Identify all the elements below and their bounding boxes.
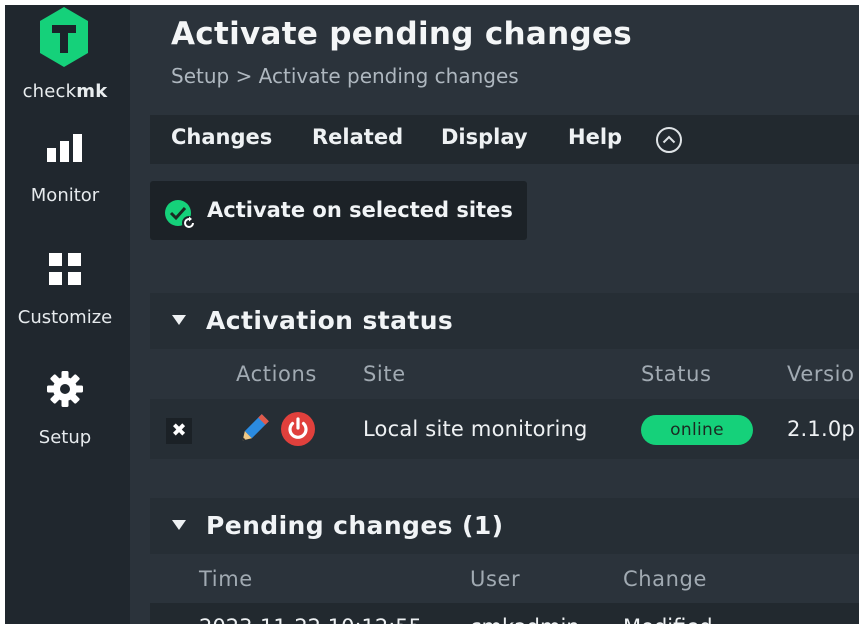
column-site: Site bbox=[363, 362, 406, 386]
brand-prefix: check bbox=[22, 81, 77, 102]
grid-icon bbox=[5, 249, 125, 289]
activation-status-columns: Actions Site Status Versio bbox=[150, 349, 859, 399]
app-window: checkmk Monitor Customize Setup Activate… bbox=[0, 0, 859, 624]
sidebar-item-label: Customize bbox=[17, 307, 113, 328]
change-user: cmkadmin bbox=[470, 615, 580, 624]
change-text: Modified bbox=[623, 615, 713, 624]
status-badge: online bbox=[641, 415, 753, 445]
site-select-checkbox[interactable]: ✖ bbox=[166, 418, 192, 444]
menu-bar: Changes Related Display Help bbox=[150, 115, 859, 164]
page-title: Activate pending changes bbox=[171, 16, 633, 52]
restart-icon[interactable] bbox=[280, 411, 316, 447]
table-row: ✖ Local site monitoring online 2.1.0p bbox=[150, 399, 859, 459]
column-user: User bbox=[470, 567, 521, 591]
column-version: Versio bbox=[787, 362, 855, 386]
breadcrumb[interactable]: Setup > Activate pending changes bbox=[171, 64, 519, 88]
sidebar: checkmk Monitor Customize Setup bbox=[5, 5, 130, 624]
gear-icon bbox=[5, 369, 125, 409]
brand-suffix: mk bbox=[76, 81, 108, 102]
column-status: Status bbox=[641, 362, 712, 386]
collapse-triangle-icon bbox=[172, 315, 186, 325]
pending-changes-columns: Time User Change bbox=[150, 554, 859, 603]
bar-chart-icon bbox=[5, 129, 125, 169]
column-change: Change bbox=[623, 567, 708, 591]
main-content: Activate pending changes Setup > Activat… bbox=[130, 5, 859, 624]
menu-related[interactable]: Related bbox=[312, 115, 403, 164]
menu-help[interactable]: Help bbox=[568, 115, 622, 164]
sidebar-item-setup[interactable]: Setup bbox=[5, 369, 125, 459]
section-title: Activation status bbox=[206, 306, 454, 335]
sidebar-item-customize[interactable]: Customize bbox=[5, 249, 125, 339]
change-time: 2023-11-22 10:12:55 bbox=[199, 615, 422, 624]
site-name: Local site monitoring bbox=[363, 417, 588, 441]
chevron-up-circle-icon[interactable] bbox=[655, 126, 683, 154]
collapse-triangle-icon bbox=[172, 520, 186, 530]
sidebar-item-label: Monitor bbox=[30, 185, 100, 206]
menu-changes[interactable]: Changes bbox=[171, 115, 272, 164]
sidebar-item-monitor[interactable]: Monitor bbox=[5, 129, 125, 219]
sidebar-item-label: Setup bbox=[38, 427, 92, 448]
activate-check-icon bbox=[164, 198, 198, 232]
menu-display[interactable]: Display bbox=[441, 115, 528, 164]
site-version: 2.1.0p bbox=[787, 417, 855, 441]
activate-selected-button[interactable]: Activate on selected sites bbox=[150, 181, 527, 240]
column-time: Time bbox=[199, 567, 253, 591]
activate-selected-label: Activate on selected sites bbox=[207, 198, 513, 222]
activation-status-header[interactable]: Activation status bbox=[150, 293, 859, 349]
pending-changes-header[interactable]: Pending changes (1) bbox=[150, 498, 859, 554]
section-title: Pending changes (1) bbox=[206, 511, 504, 540]
pencil-edit-icon[interactable] bbox=[236, 411, 272, 447]
checkmk-logo-icon[interactable] bbox=[36, 5, 92, 69]
column-actions: Actions bbox=[236, 362, 317, 386]
table-row: 2023-11-22 10:12:55 cmkadmin Modified bbox=[150, 603, 859, 624]
brand-name: checkmk bbox=[5, 81, 125, 102]
